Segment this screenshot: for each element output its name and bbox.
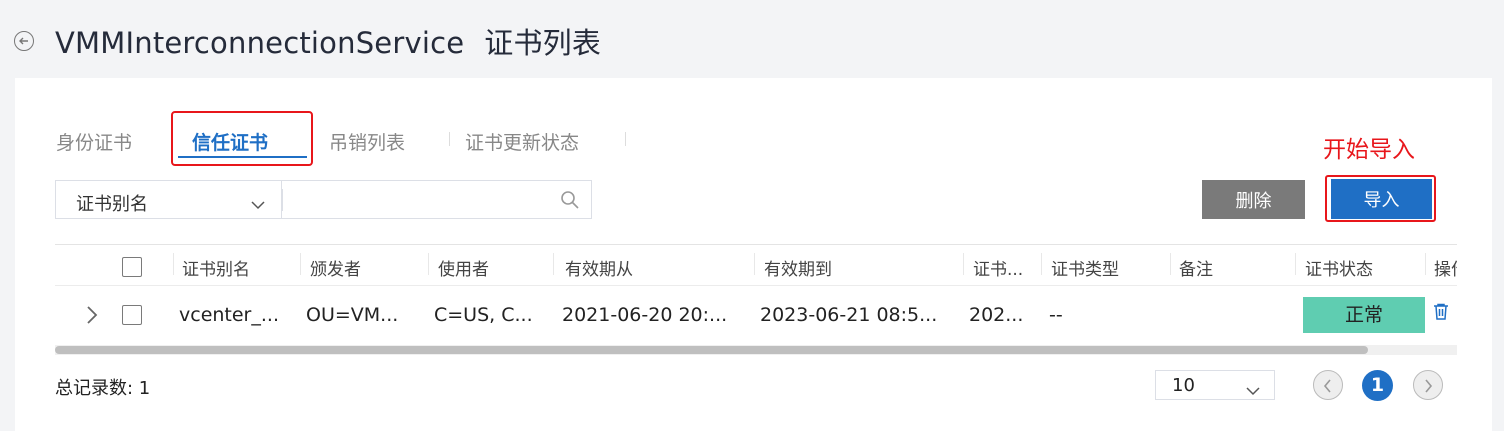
column-header-note[interactable]: 备注 [1179, 255, 1213, 280]
column-divider [1170, 253, 1171, 275]
header-row-divider [55, 285, 1457, 286]
column-header-valid-to[interactable]: 有效期到 [764, 255, 832, 280]
annotation-label: 开始导入 [1323, 137, 1415, 163]
column-header-cert[interactable]: 证书... [973, 255, 1023, 280]
page-title: VMMInterconnectionService 证书列表 [55, 20, 601, 62]
column-header-alias[interactable]: 证书别名 [182, 255, 250, 280]
tab-highlight-box [171, 111, 313, 166]
page-number-current[interactable]: 1 [1362, 370, 1393, 401]
tab-divider [449, 132, 450, 146]
back-icon[interactable] [14, 31, 34, 51]
cell-cert: 202... [969, 304, 1024, 326]
column-header-issuer[interactable]: 颁发者 [310, 255, 361, 280]
page-title-section: 证书列表 [484, 26, 602, 60]
trash-icon[interactable] [1432, 303, 1450, 325]
horizontal-scrollbar[interactable] [55, 345, 1457, 355]
search-icon[interactable] [560, 190, 580, 214]
search-box [281, 180, 592, 219]
select-all-checkbox[interactable] [122, 257, 142, 277]
page-size-value: 10 [1172, 375, 1195, 396]
cell-valid-from: 2021-06-20 20:... [562, 304, 728, 326]
column-divider [173, 253, 174, 275]
tab-revocation-list[interactable]: 吊销列表 [329, 128, 405, 155]
column-header-valid-from[interactable]: 有效期从 [565, 255, 633, 280]
tab-identity-cert[interactable]: 身份证书 [56, 128, 132, 155]
column-divider [300, 253, 301, 275]
tab-divider [625, 132, 626, 146]
status-badge: 正常 [1303, 297, 1425, 333]
cell-alias[interactable]: vcenter_... [179, 304, 279, 326]
cell-subject: C=US, C... [434, 304, 533, 326]
next-page-button[interactable] [1413, 370, 1443, 400]
scrollbar-thumb[interactable] [55, 346, 1368, 354]
filter-field-select[interactable]: 证书别名 [55, 180, 281, 219]
column-header-actions[interactable]: 操作 [1434, 255, 1457, 280]
column-divider [428, 253, 429, 275]
page-size-select[interactable]: 10 [1155, 370, 1275, 400]
prev-page-button[interactable] [1313, 370, 1343, 400]
column-divider [1041, 253, 1042, 275]
column-header-status[interactable]: 证书状态 [1305, 255, 1373, 280]
import-highlight-box [1325, 175, 1436, 222]
total-records: 总记录数: 1 [55, 378, 151, 399]
page-title-service: VMMInterconnectionService [55, 26, 465, 60]
column-header-type[interactable]: 证书类型 [1051, 255, 1119, 280]
cell-type: -- [1049, 304, 1063, 326]
search-input[interactable] [292, 187, 552, 213]
cell-valid-to: 2023-06-21 08:5... [760, 304, 938, 326]
column-divider [1295, 253, 1296, 275]
search-divider [282, 189, 283, 211]
column-divider [553, 253, 554, 275]
column-header-subject[interactable]: 使用者 [438, 255, 489, 280]
row-checkbox[interactable] [122, 305, 142, 325]
column-divider [1425, 253, 1426, 275]
chevron-down-icon [1246, 381, 1260, 400]
cell-issuer: OU=VM... [306, 304, 399, 326]
chevron-right-icon[interactable] [86, 305, 98, 329]
tab-cert-update-status[interactable]: 证书更新状态 [465, 128, 579, 155]
page-header: VMMInterconnectionService 证书列表 [0, 0, 1504, 78]
table-header: 证书别名 颁发者 使用者 有效期从 有效期到 证书... 证书类型 备注 证书状… [55, 245, 1457, 285]
chevron-down-icon [251, 195, 265, 214]
column-divider [754, 253, 755, 275]
filter-field-label: 证书别名 [76, 194, 148, 215]
column-divider [963, 253, 964, 275]
delete-button[interactable]: 删除 [1202, 180, 1305, 219]
